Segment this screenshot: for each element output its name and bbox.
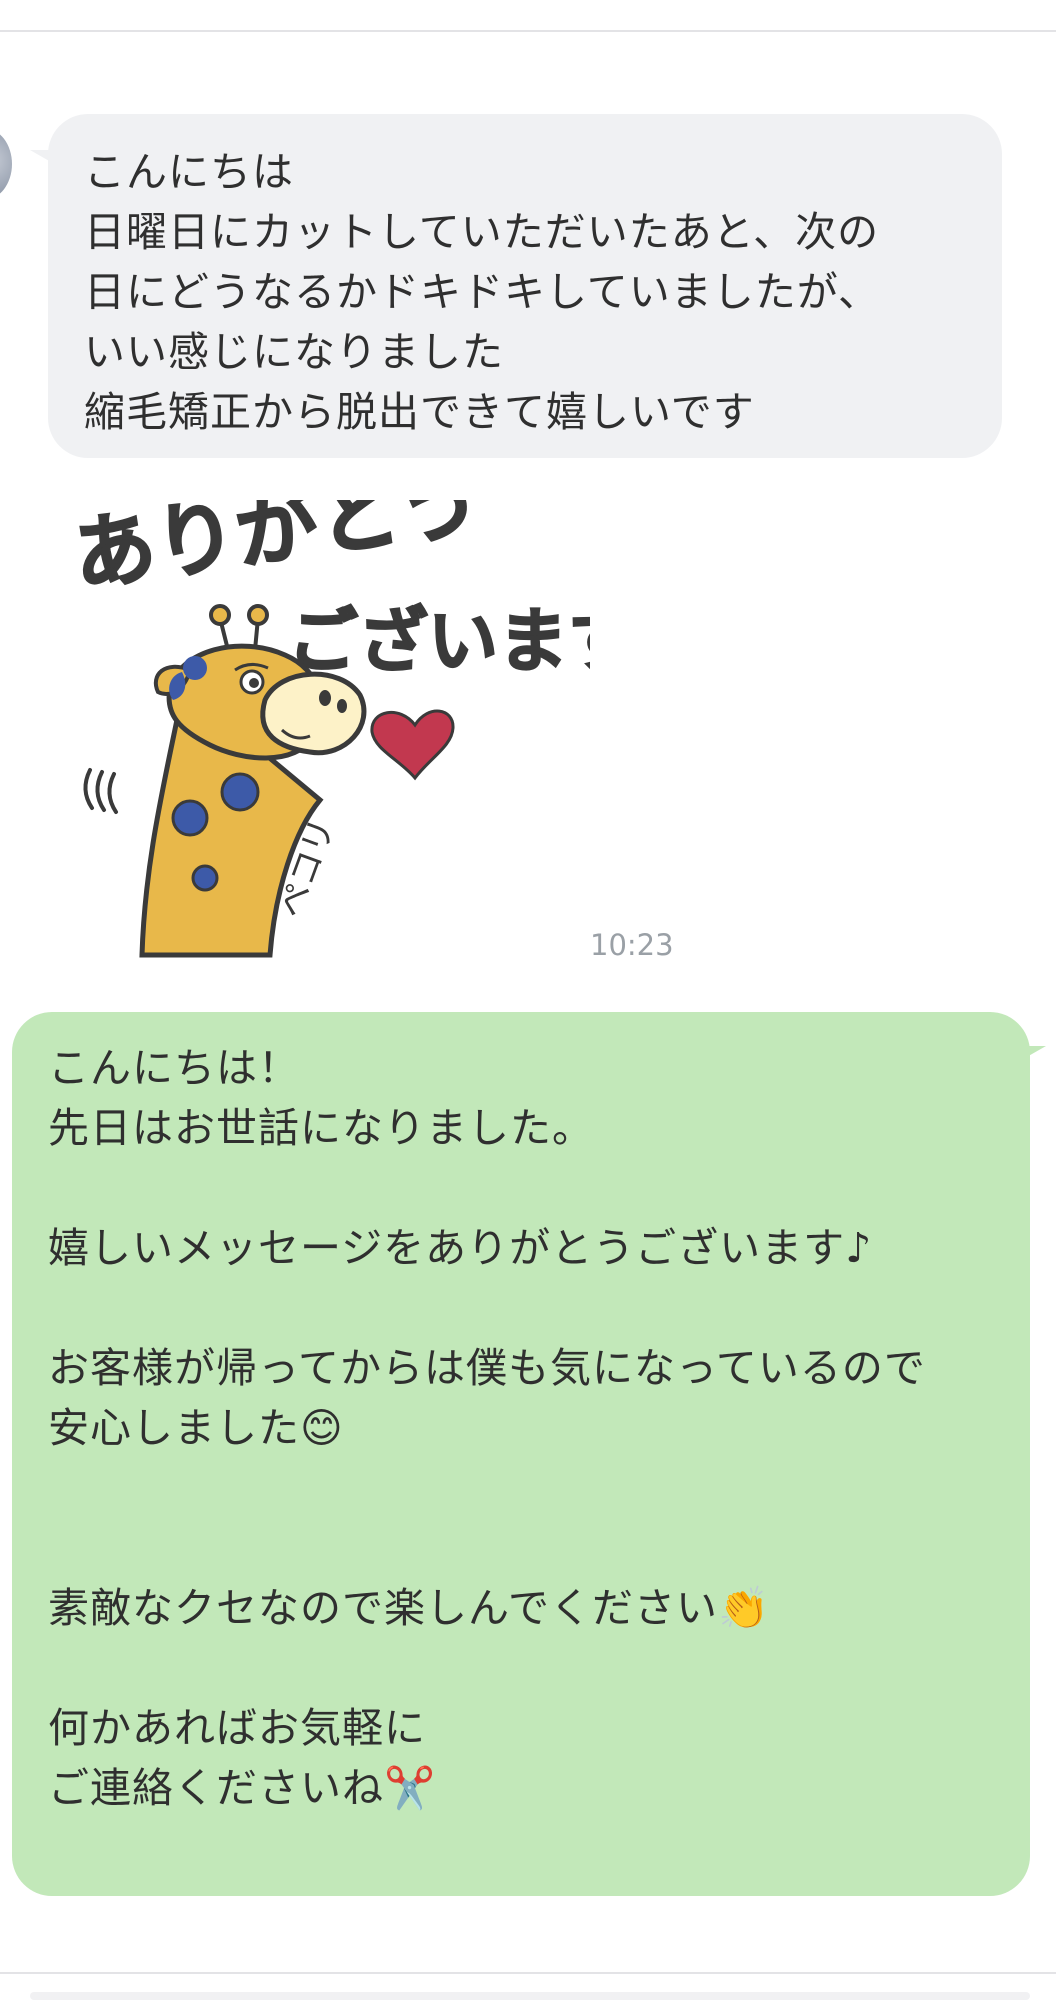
message-line: お客様が帰ってからは僕も気になっているので bbox=[48, 1344, 926, 1392]
incoming-message-bubble[interactable]: こんにちは 日曜日にカットしていただいたあと、次の 日にどうなるかドキドキしてい… bbox=[48, 114, 1002, 458]
message-timestamp: 10:23 bbox=[590, 928, 674, 962]
input-area-divider bbox=[0, 1972, 1056, 1974]
message-line bbox=[48, 1518, 994, 1578]
sender-avatar[interactable] bbox=[0, 128, 12, 200]
message-input-bar[interactable] bbox=[30, 1992, 1030, 2000]
message-line: 日にどうなるかドキドキしていましたが、 bbox=[84, 268, 880, 316]
message-line: 日曜日にカットしていただいたあと、次の bbox=[84, 208, 880, 256]
message-line: いい感じになりました bbox=[84, 328, 504, 376]
message-line bbox=[48, 1278, 994, 1338]
message-line: こんにちは！ bbox=[48, 1044, 300, 1092]
heart-icon bbox=[370, 709, 455, 781]
message-line: 先日はお世話になりました。 bbox=[48, 1104, 594, 1152]
message-line: 嬉しいメッセージをありがとうございます♪ bbox=[48, 1224, 873, 1272]
thank-you-giraffe-sticker[interactable]: ありがとう ございます ペコリ bbox=[70, 500, 590, 960]
message-line: 縮毛矯正から脱出できて嬉しいです bbox=[84, 388, 755, 436]
sticker-text-line1: ありがとう bbox=[70, 500, 487, 605]
message-line bbox=[48, 1458, 994, 1518]
message-line: 何かあればお気軽に bbox=[48, 1704, 426, 1752]
message-line: 安心しました😊 bbox=[48, 1404, 344, 1452]
sticker-text-line2: ございます bbox=[288, 600, 590, 682]
top-divider bbox=[0, 30, 1056, 32]
outgoing-message-bubble[interactable]: こんにちは！ 先日はお世話になりました。 嬉しいメッセージをありがとうございます… bbox=[12, 1012, 1030, 1896]
motion-lines-icon bbox=[83, 768, 118, 814]
message-line: こんにちは bbox=[84, 148, 294, 196]
message-line bbox=[48, 1638, 994, 1698]
message-line bbox=[48, 1158, 994, 1218]
message-line: 素敵なクセなので楽しんでください👏 bbox=[48, 1584, 770, 1632]
message-line: ご連絡くださいね✂️ bbox=[48, 1764, 437, 1812]
